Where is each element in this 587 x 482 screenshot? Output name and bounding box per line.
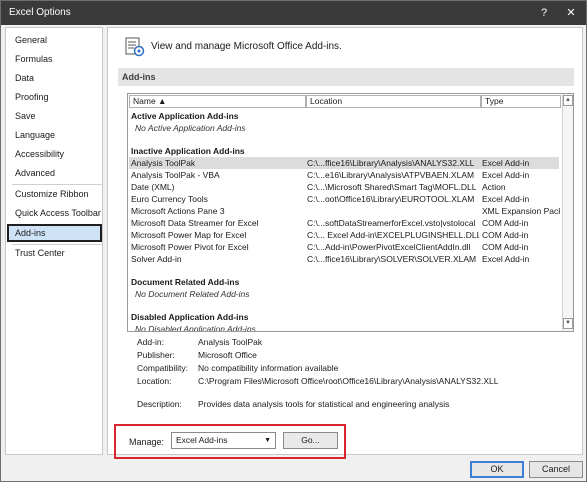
- addin-name: Analysis ToolPak - VBA: [131, 170, 220, 180]
- nav-item-data[interactable]: Data: [7, 69, 102, 87]
- addin-name: Microsoft Power Map for Excel: [131, 230, 247, 240]
- addin-name: Analysis ToolPak: [131, 158, 196, 168]
- table-row[interactable]: Analysis ToolPak C:\...ffice16\Library\A…: [129, 157, 559, 169]
- addin-type: Excel Add-in: [482, 254, 530, 264]
- table-row[interactable]: Analysis ToolPak - VBA C:\...e16\Library…: [129, 169, 559, 181]
- table-row[interactable]: Euro Currency Tools C:\...oot\Office16\L…: [129, 193, 559, 205]
- manage-highlight-box: Manage: Excel Add-ins ▼ Go...: [114, 424, 346, 459]
- addin-name: Euro Currency Tools: [131, 194, 208, 204]
- nav-item-language[interactable]: Language: [7, 126, 102, 144]
- description-label: Description:: [137, 399, 182, 409]
- addin-location: C:\...e16\Library\Analysis\ATPVBAEN.XLAM: [307, 170, 475, 180]
- nav-item-trust-center[interactable]: Trust Center: [7, 244, 102, 262]
- help-button[interactable]: ?: [536, 5, 552, 21]
- addin-type: XML Expansion Pack: [482, 206, 560, 216]
- location-value: C:\Program Files\Microsoft Office\root\O…: [198, 376, 499, 386]
- ok-button[interactable]: OK: [470, 461, 524, 478]
- addin-label: Add-in:: [137, 337, 164, 347]
- addin-value: Analysis ToolPak: [198, 337, 263, 347]
- nav-item-general[interactable]: General: [7, 31, 102, 49]
- addin-type: Excel Add-in: [482, 158, 530, 168]
- table-row[interactable]: Date (XML) C:\...\Microsoft Shared\Smart…: [129, 181, 559, 193]
- addin-name: Solver Add-in: [131, 254, 182, 264]
- addin-type: Excel Add-in: [482, 170, 530, 180]
- table-row[interactable]: Microsoft Data Streamer for Excel C:\...…: [129, 217, 559, 229]
- manage-dropdown[interactable]: Excel Add-ins ▼: [171, 432, 276, 449]
- manage-selected-value: Excel Add-ins: [176, 435, 228, 445]
- compatibility-value: No compatibility information available: [198, 363, 339, 373]
- nav-item-formulas[interactable]: Formulas: [7, 50, 102, 68]
- options-sidebar: General Formulas Data Proofing Save Lang…: [5, 27, 103, 455]
- panel-heading: View and manage Microsoft Office Add-ins…: [151, 41, 342, 52]
- addin-location: C:\...ffice16\Library\Analysis\ANALYS32.…: [307, 158, 475, 168]
- nav-item-quick-access-toolbar[interactable]: Quick Access Toolbar: [7, 204, 102, 222]
- add-ins-icon: [125, 37, 145, 57]
- nav-item-add-ins[interactable]: Add-ins: [7, 224, 102, 242]
- addin-location: C:\...softDataStreamerforExcel.vsto|vsto…: [307, 218, 476, 228]
- addin-name: Microsoft Actions Pane 3: [131, 206, 225, 216]
- addin-location: C:\...ffice16\Library\SOLVER\SOLVER.XLAM: [307, 254, 477, 264]
- scroll-up-arrow[interactable]: ▲: [563, 95, 573, 106]
- group-empty-active: No Active Application Add-ins: [135, 123, 246, 133]
- nav-item-accessibility[interactable]: Accessibility: [7, 145, 102, 163]
- add-ins-list[interactable]: Name ▲ Location Type Active Application …: [127, 93, 574, 332]
- column-header-name[interactable]: Name ▲: [129, 95, 306, 108]
- column-header-type[interactable]: Type: [481, 95, 561, 108]
- addin-name: Microsoft Data Streamer for Excel: [131, 218, 259, 228]
- add-ins-panel: View and manage Microsoft Office Add-ins…: [107, 27, 583, 459]
- group-empty-disabled: No Disabled Application Add-ins: [135, 324, 256, 332]
- addin-location: C:\...\Microsoft Shared\Smart Tag\MOFL.D…: [307, 182, 477, 192]
- addin-type: Excel Add-in: [482, 194, 530, 204]
- excel-options-dialog: Excel Options ? ✕ General Formulas Data …: [0, 0, 587, 482]
- table-row[interactable]: Microsoft Actions Pane 3 XML Expansion P…: [129, 205, 560, 217]
- scroll-down-arrow[interactable]: ▼: [563, 318, 573, 329]
- compatibility-label: Compatibility:: [137, 363, 189, 373]
- addin-location: C:\... Excel Add-in\EXCELPLUGINSHELL.DLL: [307, 230, 479, 240]
- addin-type: COM Add-in: [482, 218, 529, 228]
- group-header-document: Document Related Add-ins: [131, 277, 240, 287]
- nav-item-save[interactable]: Save: [7, 107, 102, 125]
- manage-label: Manage:: [129, 437, 165, 447]
- nav-item-proofing[interactable]: Proofing: [7, 88, 102, 106]
- cancel-button[interactable]: Cancel: [529, 461, 583, 478]
- addin-location: C:\...Add-in\PowerPivotExcelClientAddIn.…: [307, 242, 471, 252]
- group-header-disabled: Disabled Application Add-ins: [131, 312, 249, 322]
- go-button[interactable]: Go...: [283, 432, 338, 449]
- window-title: Excel Options: [9, 7, 71, 18]
- list-scrollbar[interactable]: ▲ ▼: [562, 94, 573, 331]
- table-row[interactable]: Solver Add-in C:\...ffice16\Library\SOLV…: [129, 253, 559, 265]
- addin-type: COM Add-in: [482, 230, 529, 240]
- title-bar: Excel Options ? ✕: [1, 1, 586, 25]
- chevron-down-icon: ▼: [264, 437, 271, 444]
- addin-type: COM Add-in: [482, 242, 529, 252]
- publisher-label: Publisher:: [137, 350, 175, 360]
- close-button[interactable]: ✕: [563, 5, 579, 21]
- nav-item-customize-ribbon[interactable]: Customize Ribbon: [7, 185, 102, 203]
- publisher-value: Microsoft Office: [198, 350, 257, 360]
- addin-name: Date (XML): [131, 182, 175, 192]
- table-row[interactable]: Microsoft Power Map for Excel C:\... Exc…: [129, 229, 559, 241]
- column-header-location[interactable]: Location: [306, 95, 481, 108]
- table-row[interactable]: Microsoft Power Pivot for Excel C:\...Ad…: [129, 241, 559, 253]
- add-ins-section-header: Add-ins: [118, 68, 574, 86]
- nav-item-advanced[interactable]: Advanced: [7, 164, 102, 182]
- addin-location: C:\...oot\Office16\Library\EUROTOOL.XLAM: [307, 194, 475, 204]
- group-empty-document: No Document Related Add-ins: [135, 289, 250, 299]
- description-value: Provides data analysis tools for statist…: [198, 399, 450, 409]
- group-header-inactive: Inactive Application Add-ins: [131, 146, 245, 156]
- addin-type: Action: [482, 182, 506, 192]
- addin-name: Microsoft Power Pivot for Excel: [131, 242, 249, 252]
- group-header-active: Active Application Add-ins: [131, 111, 239, 121]
- location-label: Location:: [137, 376, 172, 386]
